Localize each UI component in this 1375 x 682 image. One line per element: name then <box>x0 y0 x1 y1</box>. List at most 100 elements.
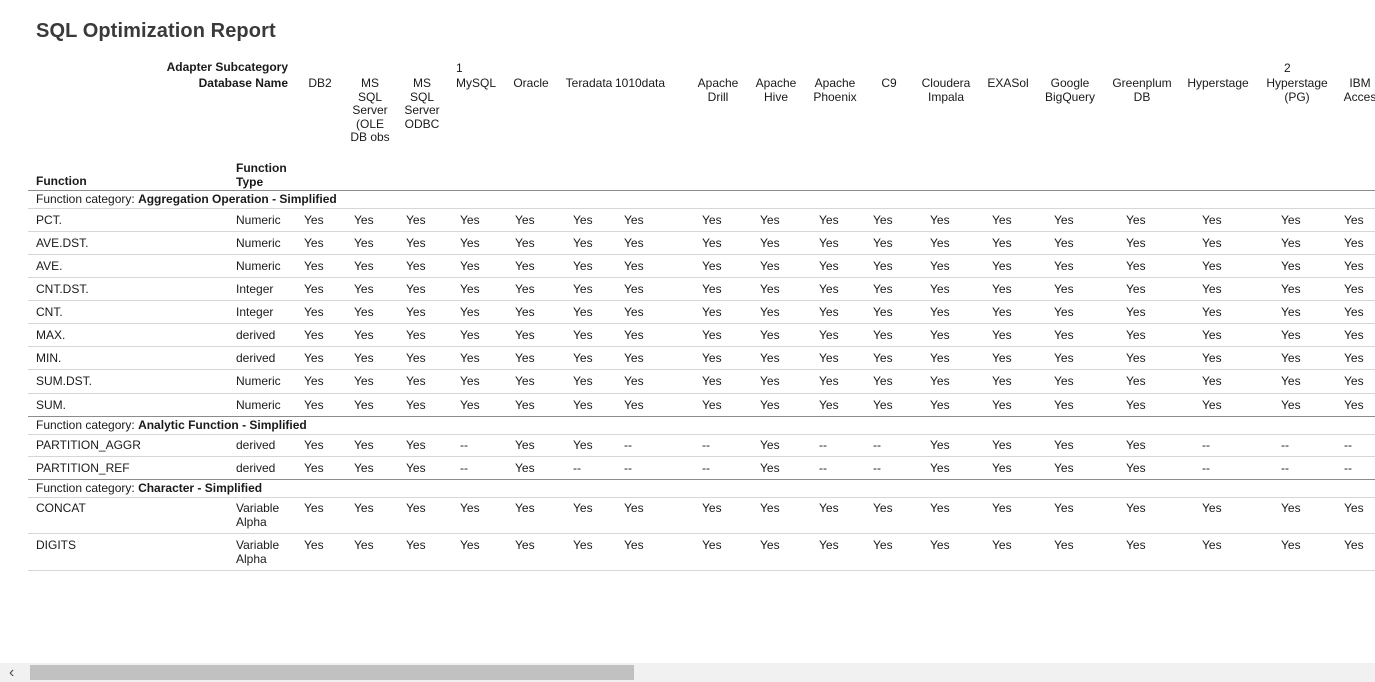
support-cell-oracle: Yes <box>515 398 535 412</box>
support-cell-mysql: Yes <box>460 282 480 296</box>
support-cell-hyperstage-pg: Yes <box>1281 398 1301 412</box>
function-type: Integer <box>236 282 274 296</box>
col-teradata-header: Teradata <box>565 76 613 90</box>
support-cell-teradata: -- <box>573 461 581 475</box>
support-cell-hyperstage: Yes <box>1202 538 1222 552</box>
support-cell-ibm-access: -- <box>1344 461 1352 475</box>
support-cell-hyperstage-pg: Yes <box>1281 374 1301 388</box>
support-cell-hyperstage-pg: -- <box>1281 461 1289 475</box>
support-cell-hyperstage: Yes <box>1202 351 1222 365</box>
support-cell-apache-phoenix: Yes <box>819 213 839 227</box>
col-mssql-odbc-header: MS SQL Server ODBC <box>404 76 440 131</box>
category-prefix: Function category: <box>36 418 135 432</box>
col-exasol-header: EXASol <box>987 76 1029 90</box>
row-divider <box>28 323 1375 324</box>
support-cell-cloudera-impala: Yes <box>930 374 950 388</box>
support-cell-hyperstage: Yes <box>1202 282 1222 296</box>
scroll-left-arrow-icon[interactable]: ‹ <box>9 664 14 681</box>
support-cell-google-bigquery: Yes <box>1054 282 1074 296</box>
support-cell-c9: -- <box>873 461 881 475</box>
support-cell-apache-hive: Yes <box>760 236 780 250</box>
col-hyperstage-header: Hyperstage <box>1187 76 1249 90</box>
support-cell-mssql-odbc: Yes <box>406 538 426 552</box>
support-cell-mssql-oledb: Yes <box>354 328 374 342</box>
support-cell-hyperstage: Yes <box>1202 374 1222 388</box>
support-cell-greenplum-db: Yes <box>1126 438 1146 452</box>
support-cell-ibm-access: Yes <box>1344 282 1364 296</box>
support-cell-mssql-odbc: Yes <box>406 501 426 515</box>
function-name: AVE.DST. <box>36 236 89 250</box>
support-cell-c9: -- <box>873 438 881 452</box>
horizontal-scrollbar[interactable]: ‹ <box>0 663 1375 682</box>
category-divider <box>28 479 1375 480</box>
support-cell-mysql: Yes <box>460 374 480 388</box>
support-cell-mysql: Yes <box>460 213 480 227</box>
category-name: Character - Simplified <box>138 481 263 495</box>
support-cell-db2: Yes <box>304 461 324 475</box>
scrollbar-thumb[interactable] <box>30 665 634 680</box>
function-name: MIN. <box>36 351 62 365</box>
function-type: derived <box>236 438 276 452</box>
col-db2-header: DB2 <box>308 76 332 90</box>
support-cell-apache-drill: Yes <box>702 501 722 515</box>
col-apache-phoenix-header: Apache Phoenix <box>813 76 857 104</box>
support-cell-google-bigquery: Yes <box>1054 374 1074 388</box>
support-cell-oracle: Yes <box>515 351 535 365</box>
support-cell-ibm-access: Yes <box>1344 305 1364 319</box>
support-cell-google-bigquery: Yes <box>1054 398 1074 412</box>
support-cell-apache-phoenix: Yes <box>819 236 839 250</box>
support-cell-c9: Yes <box>873 305 893 319</box>
support-cell-1010data: Yes <box>624 538 644 552</box>
support-cell-mysql: Yes <box>460 259 480 273</box>
support-cell-apache-drill: Yes <box>702 282 722 296</box>
support-cell-apache-hive: Yes <box>760 461 780 475</box>
category-label: Function category: Character - Simplifie… <box>36 481 262 495</box>
support-cell-teradata: Yes <box>573 259 593 273</box>
support-cell-apache-drill: -- <box>702 438 710 452</box>
support-cell-c9: Yes <box>873 282 893 296</box>
support-cell-1010data: -- <box>624 461 632 475</box>
support-cell-mysql: Yes <box>460 305 480 319</box>
row-divider <box>28 277 1375 278</box>
support-cell-google-bigquery: Yes <box>1054 305 1074 319</box>
support-cell-greenplum-db: Yes <box>1126 282 1146 296</box>
support-cell-hyperstage-pg: Yes <box>1281 305 1301 319</box>
support-cell-exasol: Yes <box>992 398 1012 412</box>
support-cell-apache-phoenix: Yes <box>819 259 839 273</box>
report-title: SQL Optimization Report <box>36 20 276 42</box>
support-cell-apache-drill: Yes <box>702 374 722 388</box>
function-type: Numeric <box>236 236 281 250</box>
support-cell-mssql-odbc: Yes <box>406 213 426 227</box>
support-cell-hyperstage: Yes <box>1202 213 1222 227</box>
support-cell-hyperstage: -- <box>1202 461 1210 475</box>
col-hyperstage-pg-header: Hyperstage (PG) <box>1266 76 1328 104</box>
support-cell-google-bigquery: Yes <box>1054 213 1074 227</box>
support-cell-apache-phoenix: Yes <box>819 305 839 319</box>
support-cell-1010data: Yes <box>624 351 644 365</box>
support-cell-exasol: Yes <box>992 438 1012 452</box>
support-cell-c9: Yes <box>873 398 893 412</box>
support-cell-exasol: Yes <box>992 538 1012 552</box>
support-cell-mssql-odbc: Yes <box>406 398 426 412</box>
support-cell-google-bigquery: Yes <box>1054 538 1074 552</box>
database-name-label: Database Name <box>198 76 288 90</box>
support-cell-c9: Yes <box>873 538 893 552</box>
support-cell-google-bigquery: Yes <box>1054 501 1074 515</box>
support-cell-ibm-access: Yes <box>1344 328 1364 342</box>
support-cell-teradata: Yes <box>573 538 593 552</box>
function-type: Integer <box>236 305 274 319</box>
support-cell-apache-phoenix: Yes <box>819 351 839 365</box>
support-cell-hyperstage: Yes <box>1202 328 1222 342</box>
support-cell-ibm-access: Yes <box>1344 374 1364 388</box>
support-cell-oracle: Yes <box>515 259 535 273</box>
support-cell-cloudera-impala: Yes <box>930 351 950 365</box>
function-name: CNT. <box>36 305 63 319</box>
support-cell-db2: Yes <box>304 501 324 515</box>
support-cell-c9: Yes <box>873 374 893 388</box>
category-label-divider <box>28 497 1375 498</box>
support-cell-greenplum-db: Yes <box>1126 236 1146 250</box>
support-cell-mssql-oledb: Yes <box>354 259 374 273</box>
support-cell-oracle: Yes <box>515 282 535 296</box>
support-cell-hyperstage-pg: Yes <box>1281 501 1301 515</box>
col-apache-drill-header: Apache Drill <box>697 76 739 104</box>
